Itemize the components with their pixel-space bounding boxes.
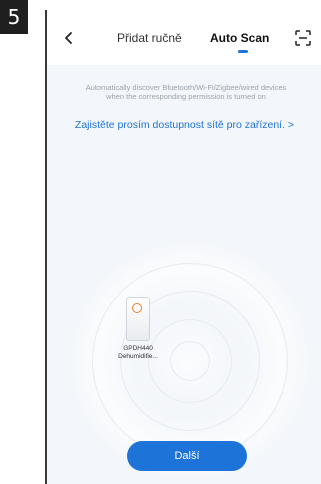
active-tab-indicator [238, 50, 248, 53]
tab-add-manually[interactable]: Přidat ručně [117, 31, 182, 45]
top-navigation-bar: Přidat ručně Auto Scan [47, 10, 321, 65]
scan-hint-line-2: when the corresponding permission is tur… [106, 92, 266, 101]
radar-ring [170, 341, 210, 381]
back-button[interactable] [57, 26, 81, 50]
device-led-icon [132, 303, 142, 313]
dehumidifier-icon [126, 297, 150, 341]
scan-hint-line-1: Automatically discover Bluetooth/Wi-Fi/Z… [85, 83, 287, 92]
device-name-line-1: GPDH440 [123, 345, 153, 352]
next-button[interactable]: Další [127, 441, 247, 471]
chevron-left-icon [65, 32, 72, 44]
scan-code-button[interactable] [292, 27, 314, 49]
auto-scan-content: Automatically discover Bluetooth/Wi-Fi/Z… [47, 65, 321, 484]
network-availability-link[interactable]: Zajistěte prosím dostupnost sítě pro zař… [47, 119, 321, 131]
scan-hint-text: Automatically discover Bluetooth/Wi-Fi/Z… [55, 83, 317, 101]
discovered-device[interactable]: GPDH440 Dehumidifie... [103, 297, 173, 361]
scan-frame-icon [295, 30, 311, 46]
step-number-badge: 5 [0, 0, 28, 34]
phone-screen: Přidat ručně Auto Scan Automatically dis… [45, 10, 321, 484]
device-name-line-2: Dehumidifie... [118, 353, 158, 360]
tab-auto-scan[interactable]: Auto Scan [210, 31, 269, 45]
